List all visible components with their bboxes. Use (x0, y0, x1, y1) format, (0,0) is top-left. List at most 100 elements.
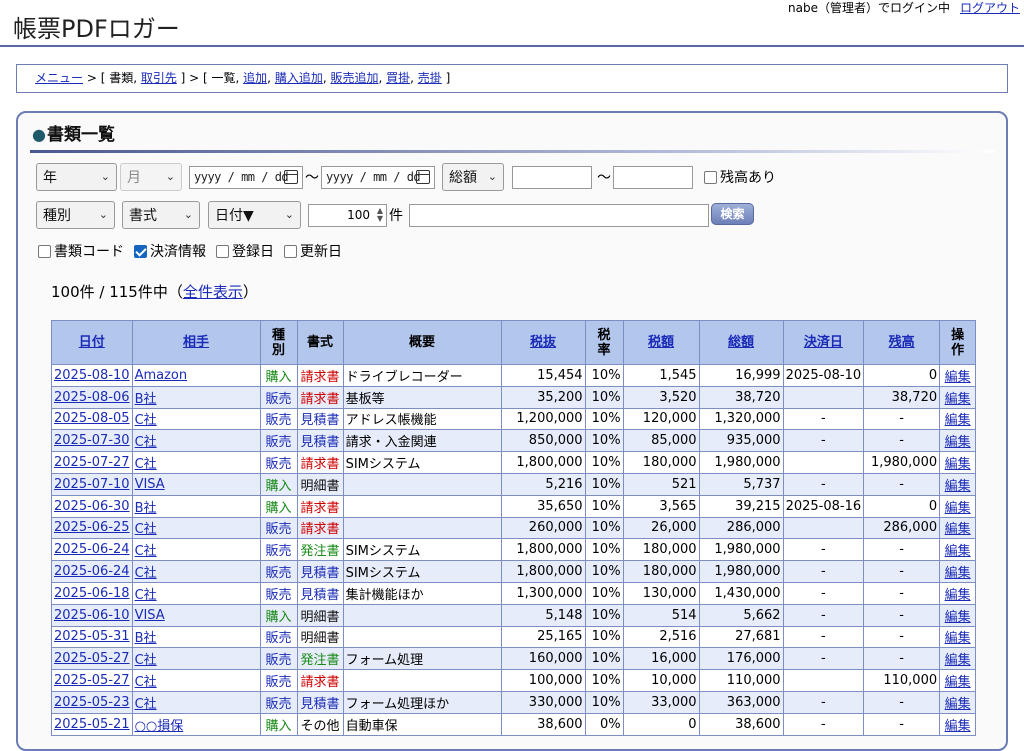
keyword-input[interactable] (409, 203, 709, 227)
row-date-cell[interactable]: 2025-07-10 (51, 472, 133, 496)
row-date-cell[interactable]: 2025-06-10 (51, 603, 133, 627)
amount-max-input[interactable] (613, 165, 693, 189)
row-date-link[interactable]: 2025-07-30 (54, 433, 130, 448)
col-tax[interactable]: 税額 (622, 320, 700, 365)
row-partner-cell[interactable]: VISA (131, 603, 261, 627)
row-partner-link[interactable]: C社 (135, 544, 157, 559)
row-partner-cell[interactable]: C社 (131, 690, 261, 714)
row-ops-cell[interactable]: 編集 (939, 625, 977, 649)
row-date-link[interactable]: 2025-08-05 (54, 411, 130, 426)
row-ops-cell[interactable]: 編集 (939, 429, 977, 453)
row-partner-link[interactable]: C社 (135, 413, 157, 428)
row-partner-link[interactable]: C社 (135, 566, 157, 581)
breadcrumb-menu-link[interactable]: メニュー (35, 71, 83, 85)
calendar-icon[interactable] (416, 169, 430, 184)
sort-select[interactable]: 日付▼ ⌄ (208, 201, 301, 229)
row-ops-cell[interactable]: 編集 (939, 669, 977, 692)
row-partner-link[interactable]: C社 (135, 697, 157, 712)
row-date-link[interactable]: 2025-06-18 (54, 586, 130, 601)
row-date-link[interactable]: 2025-06-10 (54, 608, 130, 623)
row-date-cell[interactable]: 2025-08-05 (51, 407, 133, 431)
row-date-cell[interactable]: 2025-08-06 (51, 385, 133, 409)
date-from-input[interactable]: yyyy / mm / dd (189, 165, 303, 189)
sort-tax-link[interactable]: 税額 (648, 335, 674, 350)
row-partner-cell[interactable]: C社 (131, 538, 261, 562)
row-partner-cell[interactable]: C社 (131, 451, 261, 474)
limit-input[interactable]: 100 ▲ ▼ (308, 203, 387, 227)
checkbox-box[interactable] (216, 244, 229, 258)
row-date-link[interactable]: 2025-05-27 (54, 651, 130, 666)
col-pretax[interactable]: 税抜 (500, 320, 586, 365)
row-date-cell[interactable]: 2025-06-30 (51, 494, 133, 518)
show-updated-checkbox[interactable]: 更新日 (284, 241, 342, 261)
row-partner-link[interactable]: C社 (135, 675, 157, 690)
row-ops-cell[interactable]: 編集 (939, 385, 977, 409)
search-button[interactable]: 検索 (711, 202, 754, 225)
row-partner-cell[interactable]: C社 (131, 560, 261, 583)
stepper-icon[interactable]: ▲ ▼ (377, 206, 383, 223)
row-partner-link[interactable]: B社 (135, 631, 157, 646)
row-partner-cell[interactable]: C社 (131, 669, 261, 692)
row-partner-cell[interactable]: C社 (131, 516, 261, 540)
breadcrumb-clients-link[interactable]: 取引先 (141, 71, 177, 85)
row-ops-cell[interactable]: 編集 (939, 494, 977, 518)
edit-link[interactable]: 編集 (945, 675, 971, 690)
date-to-input[interactable]: yyyy / mm / dd (321, 165, 435, 189)
row-ops-cell[interactable]: 編集 (939, 407, 977, 431)
breadcrumb-purchase-add-link[interactable]: 購入追加 (275, 71, 323, 85)
edit-link[interactable]: 編集 (945, 544, 971, 559)
row-partner-cell[interactable]: ○○損保 (131, 712, 261, 736)
checkbox-box[interactable] (38, 244, 51, 258)
row-date-cell[interactable]: 2025-05-27 (51, 669, 133, 692)
sort-total-link[interactable]: 総額 (728, 335, 754, 350)
row-partner-link[interactable]: C社 (135, 522, 157, 537)
row-ops-cell[interactable]: 編集 (939, 690, 977, 714)
row-partner-cell[interactable]: C社 (131, 429, 261, 453)
sort-date-link[interactable]: 日付 (79, 335, 105, 350)
row-ops-cell[interactable]: 編集 (939, 581, 977, 605)
breadcrumb-add-link[interactable]: 追加 (243, 71, 267, 85)
calendar-icon[interactable] (284, 169, 298, 184)
row-partner-cell[interactable]: C社 (131, 407, 261, 431)
row-date-link[interactable]: 2025-08-06 (54, 390, 130, 405)
row-date-cell[interactable]: 2025-07-27 (51, 451, 133, 474)
row-date-link[interactable]: 2025-07-27 (54, 455, 130, 470)
row-partner-cell[interactable]: B社 (131, 494, 261, 518)
breadcrumb-sale-add-link[interactable]: 販売追加 (330, 71, 378, 85)
col-date[interactable]: 日付 (51, 320, 133, 365)
row-partner-link[interactable]: C社 (135, 457, 157, 472)
row-date-link[interactable]: 2025-07-10 (54, 477, 130, 492)
edit-link[interactable]: 編集 (945, 501, 971, 516)
row-partner-link[interactable]: VISA (135, 608, 165, 623)
row-partner-cell[interactable]: VISA (131, 472, 261, 496)
row-ops-cell[interactable]: 編集 (939, 364, 977, 387)
row-partner-cell[interactable]: C社 (131, 581, 261, 605)
row-date-link[interactable]: 2025-05-31 (54, 629, 130, 644)
edit-link[interactable]: 編集 (945, 479, 971, 494)
row-date-cell[interactable]: 2025-05-23 (51, 690, 133, 714)
balance-only-checkbox[interactable]: 残高あり (704, 167, 776, 187)
col-balance[interactable]: 残高 (863, 320, 941, 365)
checkbox-box[interactable] (704, 170, 717, 184)
sort-pretax-link[interactable]: 税抜 (530, 335, 556, 350)
show-created-checkbox[interactable]: 登録日 (216, 241, 274, 261)
row-partner-cell[interactable]: Amazon (131, 364, 261, 387)
edit-link[interactable]: 編集 (945, 457, 971, 472)
row-date-cell[interactable]: 2025-05-21 (51, 712, 133, 736)
year-select[interactable]: 年 ⌄ (36, 163, 117, 191)
amount-type-select[interactable]: 総額 ⌄ (442, 163, 504, 191)
breadcrumb-receivable-link[interactable]: 売掛 (418, 71, 442, 85)
row-partner-link[interactable]: Amazon (135, 368, 188, 383)
row-ops-cell[interactable]: 編集 (939, 538, 977, 562)
row-date-link[interactable]: 2025-05-27 (54, 673, 130, 688)
row-ops-cell[interactable]: 編集 (939, 603, 977, 627)
row-date-link[interactable]: 2025-05-23 (54, 695, 130, 710)
row-partner-cell[interactable]: C社 (131, 647, 261, 671)
edit-link[interactable]: 編集 (945, 610, 971, 625)
edit-link[interactable]: 編集 (945, 435, 971, 450)
show-all-link[interactable]: 全件表示 (183, 283, 243, 301)
row-date-cell[interactable]: 2025-06-18 (51, 581, 133, 605)
row-date-link[interactable]: 2025-06-30 (54, 499, 130, 514)
checkbox-box[interactable] (284, 244, 297, 258)
col-paydate[interactable]: 決済日 (782, 320, 865, 365)
